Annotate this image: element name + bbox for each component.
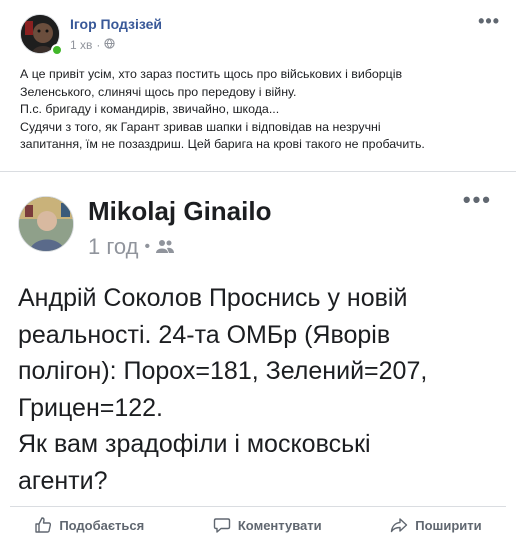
thumbs-up-icon	[34, 516, 52, 534]
shared-text-line: Грицен=122.	[18, 393, 164, 422]
share-button[interactable]: Поширити	[380, 512, 491, 538]
author-avatar[interactable]	[20, 14, 63, 56]
post-body: А це привіт усім, хто зараз постить щось…	[20, 66, 500, 154]
more-options-icon: •••	[462, 187, 492, 212]
post-meta: 1 хв ·	[70, 38, 116, 52]
shared-text-line: Андрій Соколов Проснись у новій	[18, 284, 408, 312]
share-arrow-icon	[390, 516, 408, 534]
post-text-line: Судячи з того, як Гарант зривав шапки і …	[20, 119, 381, 134]
globe-icon[interactable]	[104, 38, 116, 52]
shared-post-image[interactable]: Mikolaj Ginailo 1 год • ••• Андрій Сокол…	[0, 172, 516, 502]
shared-author-name: Mikolaj Ginailo	[88, 196, 272, 226]
shared-text-line: агенти?	[18, 466, 108, 495]
online-status-indicator	[51, 44, 63, 56]
post-text-line: Зеленського, слинячі щось про передову і…	[20, 84, 297, 99]
post-timestamp[interactable]: 1 хв	[70, 38, 92, 52]
comment-icon	[213, 516, 231, 534]
shared-text-line: реальності. 24-та ОМБр (Яворів	[18, 320, 391, 349]
post-header: Ігор Подзізей 1 хв · •••	[0, 0, 516, 62]
shared-post-body: Андрій Соколов Проснись у новій реальнос…	[18, 280, 508, 499]
comment-button[interactable]: Коментувати	[203, 512, 332, 538]
post-text-line: П.с. бригаду і командирів, звичайно, шко…	[20, 102, 280, 116]
post-action-bar: Подобається Коментувати Поширити	[0, 508, 516, 542]
share-label: Поширити	[415, 517, 482, 533]
post-text-line: запитання, їм не позаздриш. Цей барига н…	[20, 137, 425, 151]
avatar-photo	[19, 197, 73, 251]
divider	[10, 506, 506, 507]
post-author-name[interactable]: Ігор Подзізей	[70, 16, 162, 32]
shared-text-line: Як вам зрадофіли і московські	[18, 430, 371, 458]
friends-icon	[156, 234, 175, 260]
meta-separator: •	[144, 238, 151, 255]
like-label: Подобається	[59, 517, 145, 533]
more-options-icon[interactable]: •••	[478, 12, 500, 30]
shared-post-timestamp: 1 год	[88, 234, 139, 259]
meta-separator: ·	[96, 38, 101, 52]
shared-author-avatar	[18, 196, 74, 252]
shared-text-line: полігон): Порох=181, Зелений=207,	[18, 357, 428, 385]
like-button[interactable]: Подобається	[24, 512, 154, 538]
comment-label: Коментувати	[237, 517, 322, 533]
shared-post-meta: 1 год •	[88, 234, 175, 260]
post-text-line: А це привіт усім, хто зараз постить щось…	[20, 67, 403, 81]
